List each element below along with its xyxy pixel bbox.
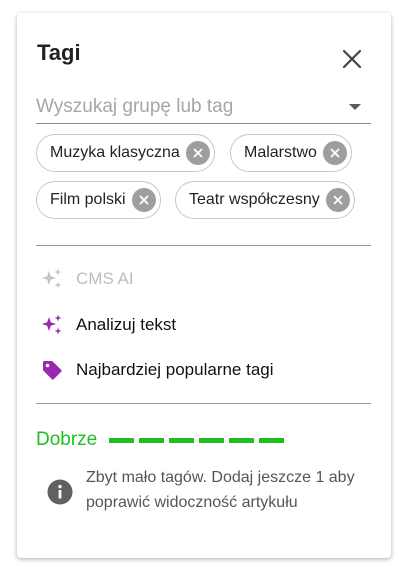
tags-panel: Tagi Muzyka klasyczna Malarstwo Film pol…: [17, 13, 391, 558]
quality-segment: [229, 437, 255, 443]
tag-search-field: [36, 93, 371, 124]
tag-quality-indicator: Dobrze: [36, 429, 285, 451]
dropdown-arrow-icon[interactable]: [348, 100, 362, 114]
tag-hint: Zbyt mało tagów. Dodaj jeszcze 1 aby pop…: [47, 465, 376, 515]
divider: [36, 245, 371, 246]
quality-meter: [109, 437, 285, 443]
remove-tag-button[interactable]: [322, 141, 347, 165]
info-icon: [47, 479, 73, 505]
tag-chip: Teatr współczesny: [175, 181, 355, 219]
close-icon: [333, 195, 343, 205]
popular-tags-label: Najbardziej popularne tagi: [76, 360, 274, 379]
quality-segment: [109, 437, 135, 443]
close-button[interactable]: [338, 45, 366, 73]
divider: [36, 403, 371, 404]
tag-icon: [40, 358, 64, 382]
sparkles-icon: [40, 267, 64, 291]
hint-text: Zbyt mało tagów. Dodaj jeszcze 1 aby pop…: [86, 469, 355, 511]
quality-segment: [169, 437, 195, 443]
tag-chip: Muzyka klasyczna: [36, 134, 215, 172]
analyze-text-label: Analizuj tekst: [76, 315, 177, 334]
sparkles-icon: [40, 313, 64, 337]
close-icon: [342, 49, 362, 69]
close-icon: [193, 148, 203, 158]
panel-title: Tagi: [37, 40, 81, 65]
tag-search-input[interactable]: [36, 93, 336, 121]
tag-chip-label: Film polski: [50, 191, 126, 208]
close-icon: [139, 195, 148, 205]
popular-tags-button[interactable]: Najbardziej popularne tagi: [40, 355, 274, 385]
quality-segment: [199, 437, 225, 443]
quality-segment: [259, 437, 285, 443]
quality-segment: [139, 437, 165, 443]
tag-chip-label: Malarstwo: [244, 144, 317, 161]
cms-ai-label: CMS AI: [76, 269, 134, 288]
analyze-text-button[interactable]: Analizuj tekst: [40, 310, 176, 340]
cms-ai-item: CMS AI: [40, 264, 134, 294]
remove-tag-button[interactable]: [325, 188, 350, 212]
quality-label: Dobrze: [36, 429, 98, 450]
close-icon: [330, 148, 340, 158]
remove-tag-button[interactable]: [185, 141, 210, 165]
tag-chip-label: Teatr współczesny: [189, 191, 320, 208]
tag-chip: Malarstwo: [230, 134, 352, 172]
remove-tag-button[interactable]: [131, 188, 156, 212]
tag-chip: Film polski: [36, 181, 161, 219]
tag-chip-label: Muzyka klasyczna: [50, 144, 180, 161]
